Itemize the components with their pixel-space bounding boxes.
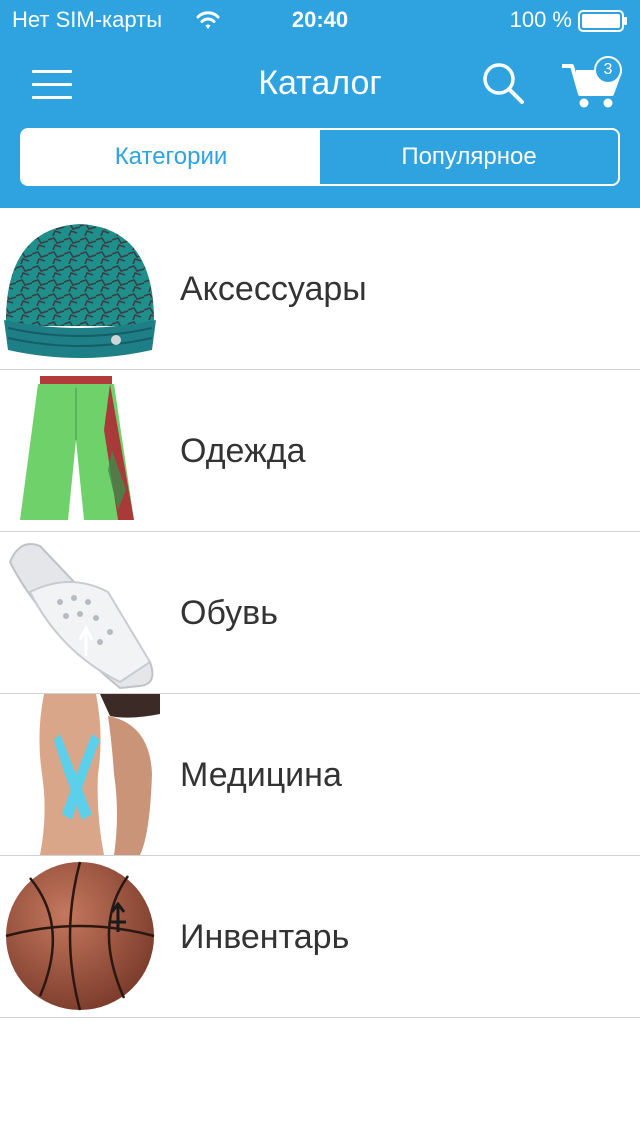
list-item-medicine[interactable]: Медицина xyxy=(0,694,640,856)
list-item-clothing[interactable]: Одежда xyxy=(0,370,640,532)
tab-popular[interactable]: Популярное xyxy=(320,130,618,184)
category-label: Одежда xyxy=(180,432,306,470)
slide-sandal-image xyxy=(8,543,154,690)
kinesiology-tape-knee-image xyxy=(0,694,160,855)
battery-percent: 100 % xyxy=(509,7,572,32)
green-shorts-image xyxy=(20,376,134,520)
header: Нет SIM-карты 20:40 100 % Каталог 3 Кате… xyxy=(0,0,640,208)
basketball-image xyxy=(5,861,155,1011)
segmented-control: Категории Популярное xyxy=(20,128,620,186)
list-item-footwear[interactable]: Обувь xyxy=(0,532,640,694)
cart-count-badge: 3 xyxy=(594,56,622,84)
status-bar: Нет SIM-карты 20:40 100 % xyxy=(0,0,640,40)
battery-icon xyxy=(578,10,627,32)
category-label: Инвентарь xyxy=(180,918,350,956)
category-label: Обувь xyxy=(180,594,278,632)
list-item-equipment[interactable]: Инвентарь xyxy=(0,856,640,1018)
category-label: Медицина xyxy=(180,756,342,794)
list-item-accessories[interactable]: Аксессуары xyxy=(0,208,640,370)
beanie-hat-image xyxy=(4,224,156,358)
nav-bar: Каталог 3 xyxy=(0,40,640,128)
search-icon[interactable] xyxy=(480,60,526,106)
category-label: Аксессуары xyxy=(180,270,367,308)
page-title: Каталог xyxy=(258,64,382,102)
tab-categories[interactable]: Категории xyxy=(22,130,320,184)
category-list: Аксессуары Одежда Обувь Медицина Инвента… xyxy=(0,208,640,1018)
